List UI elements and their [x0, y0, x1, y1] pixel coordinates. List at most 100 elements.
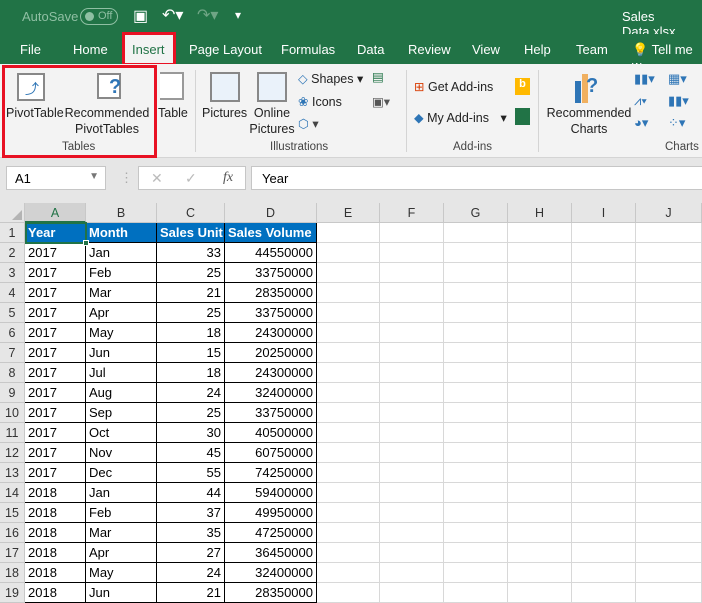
data-cell[interactable]: 2017	[25, 323, 86, 343]
data-cell[interactable]: 40500000	[225, 423, 317, 443]
data-cell[interactable]: 25	[157, 303, 225, 323]
empty-cell[interactable]	[572, 523, 636, 543]
empty-cell[interactable]	[444, 523, 508, 543]
recommended-charts-button[interactable]: Recommended Charts	[546, 105, 632, 137]
empty-cell[interactable]	[444, 383, 508, 403]
data-cell[interactable]: Sep	[86, 403, 157, 423]
empty-cell[interactable]	[636, 243, 702, 263]
column-header-F[interactable]: F	[380, 203, 444, 223]
data-cell[interactable]: 2017	[25, 243, 86, 263]
row-header[interactable]: 9	[0, 383, 25, 403]
enter-icon[interactable]: ✓	[185, 170, 197, 187]
data-cell[interactable]: 49950000	[225, 503, 317, 523]
tab-data[interactable]: Data	[357, 42, 384, 57]
line-chart-icon[interactable]: ⩘▾	[634, 93, 647, 109]
table-button[interactable]: Table	[158, 105, 188, 121]
tab-formulas[interactable]: Formulas	[281, 42, 335, 57]
data-cell[interactable]: 25	[157, 403, 225, 423]
data-cell[interactable]: Jun	[86, 343, 157, 363]
empty-cell[interactable]	[444, 403, 508, 423]
tab-team[interactable]: Team	[576, 42, 608, 57]
data-cell[interactable]: Jun	[86, 583, 157, 603]
empty-cell[interactable]	[444, 343, 508, 363]
empty-cell[interactable]	[380, 223, 444, 243]
empty-cell[interactable]	[572, 283, 636, 303]
pictures-button[interactable]: Pictures	[202, 105, 247, 121]
row-header[interactable]: 1	[0, 223, 25, 243]
row-header[interactable]: 10	[0, 403, 25, 423]
empty-cell[interactable]	[317, 343, 380, 363]
empty-cell[interactable]	[317, 463, 380, 483]
empty-cell[interactable]	[572, 303, 636, 323]
data-cell[interactable]: Dec	[86, 463, 157, 483]
column-header-C[interactable]: C	[157, 203, 225, 223]
empty-cell[interactable]	[380, 363, 444, 383]
pie-chart-icon[interactable]: ◕▾	[634, 115, 648, 131]
empty-cell[interactable]	[508, 343, 572, 363]
data-cell[interactable]: 33750000	[225, 263, 317, 283]
empty-cell[interactable]	[572, 583, 636, 603]
data-cell[interactable]: Oct	[86, 423, 157, 443]
empty-cell[interactable]	[380, 403, 444, 423]
column-header-B[interactable]: B	[86, 203, 157, 223]
empty-cell[interactable]	[380, 503, 444, 523]
empty-cell[interactable]	[572, 423, 636, 443]
cancel-icon[interactable]: ✕	[151, 170, 163, 187]
column-header-J[interactable]: J	[636, 203, 702, 223]
select-all-corner[interactable]	[0, 203, 25, 223]
column-header-G[interactable]: G	[444, 203, 508, 223]
customize-toolbar-icon[interactable]: ▾	[235, 8, 241, 22]
tab-home[interactable]: Home	[73, 42, 108, 57]
data-cell[interactable]: 32400000	[225, 383, 317, 403]
bing-maps-icon[interactable]: b	[515, 78, 530, 95]
empty-cell[interactable]	[636, 383, 702, 403]
data-cell[interactable]: 30	[157, 423, 225, 443]
data-cell[interactable]: 2018	[25, 543, 86, 563]
empty-cell[interactable]	[317, 383, 380, 403]
data-cell[interactable]: 33	[157, 243, 225, 263]
empty-cell[interactable]	[317, 583, 380, 603]
data-cell[interactable]: Apr	[86, 303, 157, 323]
column-header-A[interactable]: A	[25, 203, 86, 223]
empty-cell[interactable]	[508, 403, 572, 423]
data-cell[interactable]: Mar	[86, 523, 157, 543]
data-cell[interactable]: Jan	[86, 243, 157, 263]
empty-cell[interactable]	[636, 263, 702, 283]
empty-cell[interactable]	[444, 503, 508, 523]
empty-cell[interactable]	[572, 463, 636, 483]
data-cell[interactable]: 2017	[25, 343, 86, 363]
formula-input[interactable]: Year	[251, 166, 702, 190]
data-cell[interactable]: 2017	[25, 283, 86, 303]
data-cell[interactable]: 47250000	[225, 523, 317, 543]
name-box[interactable]: A1 ▼	[6, 166, 106, 190]
data-cell[interactable]: Nov	[86, 443, 157, 463]
data-cell[interactable]: Jan	[86, 483, 157, 503]
empty-cell[interactable]	[317, 423, 380, 443]
data-cell[interactable]: 24300000	[225, 363, 317, 383]
row-header[interactable]: 19	[0, 583, 25, 603]
row-header[interactable]: 15	[0, 503, 25, 523]
empty-cell[interactable]	[508, 503, 572, 523]
empty-cell[interactable]	[380, 283, 444, 303]
row-header[interactable]: 2	[0, 243, 25, 263]
tab-file[interactable]: File	[20, 42, 41, 57]
data-cell[interactable]: 20250000	[225, 343, 317, 363]
empty-cell[interactable]	[572, 363, 636, 383]
empty-cell[interactable]	[636, 283, 702, 303]
save-icon[interactable]: ▣	[133, 6, 148, 26]
data-cell[interactable]: Aug	[86, 383, 157, 403]
data-cell[interactable]: 32400000	[225, 563, 317, 583]
tab-review[interactable]: Review	[408, 42, 451, 57]
empty-cell[interactable]	[636, 343, 702, 363]
empty-cell[interactable]	[508, 263, 572, 283]
empty-cell[interactable]	[572, 503, 636, 523]
data-cell[interactable]: 45	[157, 443, 225, 463]
empty-cell[interactable]	[317, 223, 380, 243]
data-cell[interactable]: Feb	[86, 263, 157, 283]
empty-cell[interactable]	[636, 563, 702, 583]
data-cell[interactable]: 36450000	[225, 543, 317, 563]
data-cell[interactable]: 24300000	[225, 323, 317, 343]
column-header-D[interactable]: D	[225, 203, 317, 223]
empty-cell[interactable]	[508, 563, 572, 583]
empty-cell[interactable]	[380, 523, 444, 543]
